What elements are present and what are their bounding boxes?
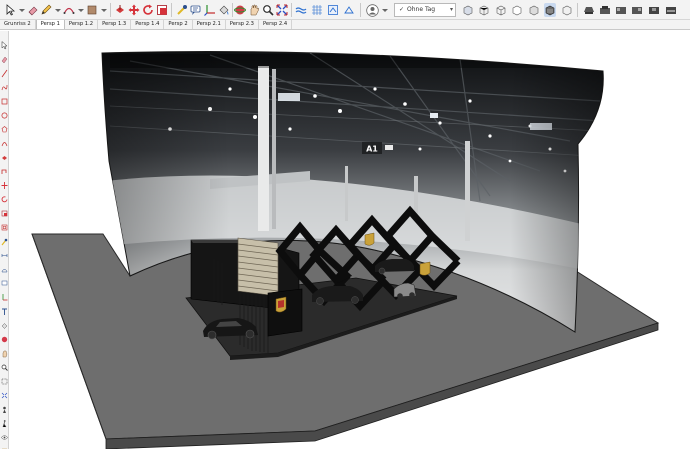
circle-icon[interactable] — [1, 105, 8, 119]
arc-icon[interactable] — [63, 3, 75, 17]
crest-logo-icon — [275, 296, 287, 313]
tab-grunriss-2[interactable]: Grunriss 2 — [0, 20, 36, 29]
tag-select-value: Ohne Tag — [407, 6, 436, 13]
zoom-extents-icon[interactable] — [1, 385, 8, 399]
rotate-icon[interactable] — [142, 3, 154, 17]
freehand-icon[interactable] — [1, 77, 8, 91]
pencil-line-icon[interactable] — [40, 3, 52, 17]
zoom-icon[interactable] — [262, 3, 274, 17]
tab-persp-1-4[interactable]: Persp 1.4 — [131, 20, 165, 29]
axes-icon[interactable] — [1, 287, 8, 301]
iso-view-icon[interactable] — [583, 3, 595, 17]
crest-logo-icon — [364, 232, 375, 246]
follow-me-icon[interactable] — [1, 161, 8, 174]
left-view-icon[interactable] — [665, 3, 677, 17]
sketchup-window: ✓ Ohne Tag ▾ Grunriss 2 Persp 1 Persp 1.… — [0, 0, 690, 449]
tab-persp-1[interactable]: Persp 1 — [35, 20, 65, 29]
sandbox-stamp-icon[interactable] — [327, 3, 339, 17]
eraser-icon[interactable] — [27, 3, 39, 17]
chevron-down-icon: ▾ — [449, 6, 453, 13]
tab-persp-2-3[interactable]: Persp 2.3 — [226, 20, 259, 29]
push-pull-icon[interactable] — [114, 3, 126, 17]
shaded-icon[interactable] — [528, 3, 540, 17]
crest-logo-icon — [419, 261, 431, 276]
protractor-icon[interactable] — [1, 259, 8, 273]
dropdown-arrow-icon[interactable] — [53, 3, 62, 17]
shape-icon[interactable] — [86, 3, 98, 17]
sandbox-smoove-icon[interactable] — [311, 3, 323, 17]
rotate-icon[interactable] — [1, 189, 8, 203]
orbit-icon[interactable] — [1, 329, 8, 343]
move-icon[interactable] — [1, 175, 8, 189]
main-toolbar: ✓ Ohne Tag ▾ — [0, 0, 690, 20]
tool-palette — [0, 31, 9, 449]
push-pull-icon[interactable] — [1, 147, 8, 160]
tab-persp-1-3[interactable]: Persp 1.3 — [98, 20, 132, 29]
tape-icon[interactable] — [1, 231, 8, 246]
select-icon[interactable] — [1, 35, 8, 50]
dropdown-arrow-icon[interactable] — [99, 3, 108, 17]
model-viewport[interactable]: A1 — [10, 31, 690, 449]
rectangle-icon[interactable] — [1, 91, 8, 105]
3d-text-icon[interactable] — [1, 301, 8, 315]
orbit-icon[interactable] — [234, 3, 246, 17]
xray-icon[interactable] — [462, 3, 474, 17]
text-icon[interactable] — [1, 273, 8, 286]
scale-icon[interactable] — [156, 3, 168, 17]
zoom-extents-icon[interactable] — [276, 3, 288, 17]
dropdown-arrow-icon[interactable] — [76, 3, 85, 17]
walk-icon[interactable] — [1, 413, 8, 428]
back-edges-icon[interactable] — [478, 3, 490, 17]
select-arrow-icon[interactable] — [4, 3, 16, 17]
top-view-icon[interactable] — [599, 3, 611, 17]
axes-icon[interactable] — [204, 3, 216, 17]
tab-persp-2-4[interactable]: Persp 2.4 — [259, 20, 293, 29]
zoom-icon[interactable] — [1, 357, 8, 371]
dropdown-arrow-icon[interactable] — [17, 3, 26, 17]
polygon-icon[interactable] — [1, 119, 8, 133]
scene-tabs: Grunriss 2 Persp 1 Persp 1.2 Persp 1.3 P… — [0, 20, 690, 30]
section-plane-icon[interactable] — [1, 441, 8, 449]
pan-icon[interactable] — [1, 343, 8, 358]
front-view-icon[interactable] — [615, 3, 627, 17]
wireframe-icon[interactable] — [495, 3, 507, 17]
sandbox-icon[interactable] — [295, 3, 307, 17]
tab-persp-2[interactable]: Persp 2 — [164, 20, 193, 29]
text-icon[interactable] — [190, 3, 202, 17]
move-icon[interactable] — [128, 3, 140, 17]
scale-icon[interactable] — [1, 203, 8, 217]
line-icon[interactable] — [1, 63, 8, 78]
check-icon: ✓ — [399, 6, 405, 13]
paint-bucket-icon[interactable] — [218, 3, 230, 17]
arc-icon[interactable] — [1, 133, 8, 147]
user-icon[interactable] — [366, 3, 379, 17]
offset-icon[interactable] — [1, 217, 8, 231]
tab-persp-1-2[interactable]: Persp 1.2 — [65, 20, 99, 29]
paint-icon[interactable] — [1, 315, 8, 329]
tab-persp-2-1[interactable]: Persp 2.1 — [193, 20, 226, 29]
dimension-icon[interactable] — [1, 245, 8, 257]
zoom-window-icon[interactable] — [1, 371, 8, 385]
back-view-icon[interactable] — [648, 3, 660, 17]
dropdown-arrow-icon[interactable] — [380, 3, 389, 17]
sandbox-grid-icon[interactable] — [343, 3, 355, 17]
right-view-icon[interactable] — [631, 3, 643, 17]
monochrome-icon[interactable] — [561, 3, 573, 17]
shaded-textures-icon[interactable] — [544, 3, 556, 17]
hidden-line-icon[interactable] — [511, 3, 523, 17]
tag-select[interactable]: ✓ Ohne Tag ▾ — [394, 3, 456, 17]
look-around-icon[interactable] — [1, 427, 8, 440]
tape-measure-icon[interactable] — [176, 3, 188, 17]
pan-icon[interactable] — [248, 3, 260, 17]
position-camera-icon[interactable] — [1, 399, 8, 413]
eraser-icon[interactable] — [1, 49, 8, 64]
